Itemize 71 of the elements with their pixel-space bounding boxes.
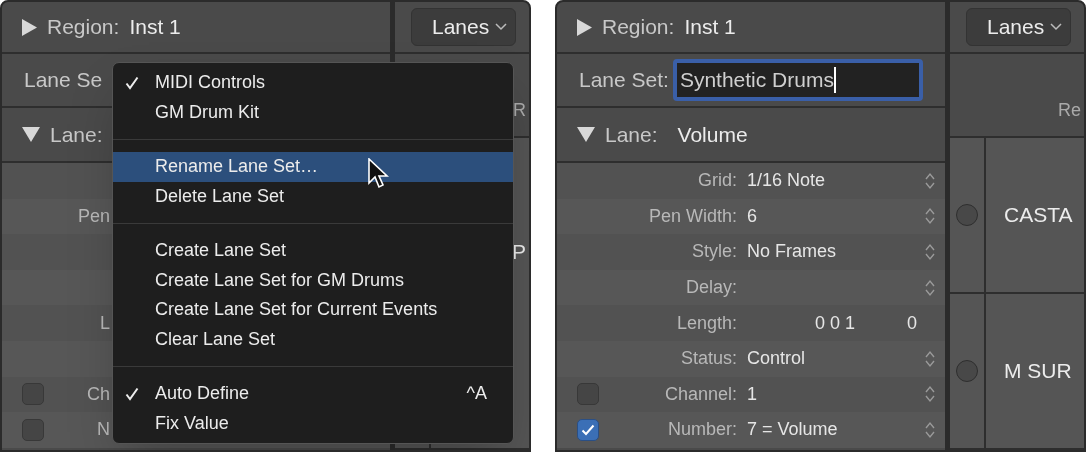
menu-item[interactable]: Delete Lane Set <box>113 181 513 211</box>
lane-set-label: Lane Set: <box>579 67 669 94</box>
chevron-icon <box>495 23 508 31</box>
column-header: Re <box>1058 99 1081 122</box>
menu-item[interactable]: MIDI Controls <box>113 68 513 98</box>
stepper-icon[interactable] <box>925 278 935 297</box>
menu-item[interactable]: Create Lane Set for GM Drums <box>113 265 513 295</box>
column-header: R <box>513 99 526 122</box>
param-label: Length: <box>676 312 737 333</box>
lane-name: P <box>512 239 526 265</box>
checkmark-icon <box>581 423 595 436</box>
param-value: 1 <box>747 382 757 406</box>
stepper-icon[interactable] <box>925 385 935 404</box>
menu-item[interactable]: Rename Lane Set… <box>113 152 513 182</box>
param-label: Style: <box>691 241 737 262</box>
param-value: 0 0 1 <box>815 311 856 335</box>
chevron-icon <box>1050 23 1063 31</box>
disclosure-triangle-icon[interactable] <box>22 127 40 142</box>
menu-item[interactable]: Clear Lane Set <box>113 324 513 354</box>
checkmark-icon <box>125 386 139 401</box>
region-name: Inst 1 <box>684 14 736 41</box>
lanes-dropdown[interactable]: Lanes <box>411 8 517 46</box>
lane-name: CASTA <box>1004 202 1073 229</box>
param-value: 1/16 Note <box>747 169 826 193</box>
checkmark-icon <box>125 75 139 90</box>
region-label: Region: <box>602 14 675 41</box>
region-label: Region: <box>47 14 120 41</box>
param-value: 0 <box>907 311 918 335</box>
param-value: Control <box>747 347 806 371</box>
disclosure-triangle-icon[interactable] <box>577 127 595 142</box>
param-label: Ch <box>87 383 110 404</box>
param-value: No Frames <box>747 240 836 264</box>
lane-set-field[interactable]: Synthetic Drums <box>672 59 923 101</box>
checkbox[interactable] <box>577 418 599 441</box>
lane-name: Volume <box>677 121 748 148</box>
checkbox[interactable] <box>577 383 599 406</box>
disclosure-triangle-icon[interactable] <box>22 18 37 36</box>
param-value: 6 <box>747 204 757 228</box>
param-label: Pen <box>77 205 110 226</box>
stepper-icon[interactable] <box>925 207 935 226</box>
param-label: Number: <box>667 419 737 440</box>
lanes-dropdown[interactable]: Lanes <box>966 8 1072 46</box>
lane-label: Lane: <box>605 121 658 148</box>
stepper-icon[interactable] <box>925 243 935 261</box>
region-name: Inst 1 <box>129 14 181 41</box>
param-label: Channel: <box>664 383 737 404</box>
lane-label: Lane: <box>50 121 103 148</box>
lane-name: M SUR <box>1004 358 1072 385</box>
stepper-icon[interactable] <box>925 171 935 190</box>
param-label: Status: <box>680 348 737 369</box>
param-label: Grid: <box>698 170 737 191</box>
stepper-icon[interactable] <box>925 349 935 368</box>
checkbox[interactable] <box>22 418 44 441</box>
menu-item[interactable]: Create Lane Set for Current Events <box>113 295 513 325</box>
param-label: L <box>100 312 110 333</box>
shortcut-label: ^A <box>466 382 488 406</box>
param-label: N <box>97 419 110 440</box>
menu-item[interactable]: Auto Define ^A <box>113 379 513 409</box>
menu-item[interactable]: Create Lane Set <box>113 236 513 266</box>
param-label: Delay: <box>685 277 737 298</box>
pointer-icon <box>368 158 390 190</box>
menu-item[interactable]: Fix Value <box>113 408 513 438</box>
stepper-icon[interactable] <box>925 420 935 439</box>
lane-set-label: Lane Se <box>24 67 103 94</box>
lane-row[interactable]: CASTA <box>950 138 1084 294</box>
param-value: 7 = Volume <box>747 418 838 442</box>
disclosure-triangle-icon[interactable] <box>577 18 592 36</box>
checkbox[interactable] <box>22 383 44 406</box>
lane-row[interactable]: M SUR <box>950 294 1084 450</box>
param-label: Pen Width: <box>648 205 737 226</box>
menu-item[interactable]: GM Drum Kit <box>113 97 513 127</box>
